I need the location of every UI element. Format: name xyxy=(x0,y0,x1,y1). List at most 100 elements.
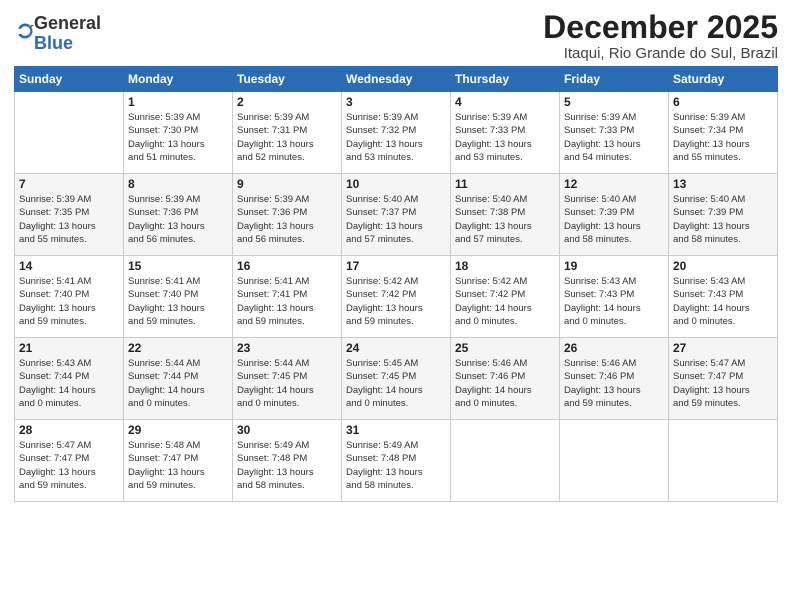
location: Itaqui, Rio Grande do Sul, Brazil xyxy=(543,45,778,62)
day-info: Sunrise: 5:44 AM Sunset: 7:45 PM Dayligh… xyxy=(237,357,337,410)
day-info: Sunrise: 5:43 AM Sunset: 7:43 PM Dayligh… xyxy=(564,275,664,328)
calendar-cell: 14 Sunrise: 5:41 AM Sunset: 7:40 PM Dayli… xyxy=(15,256,124,338)
header: General Blue December 2025 Itaqui, Rio G… xyxy=(14,10,778,62)
week-row-4: 21Sunrise: 5:43 AM Sunset: 7:44 PM Dayli… xyxy=(15,338,778,420)
day-number: 14 xyxy=(19,259,119,273)
calendar-cell: 31Sunrise: 5:49 AM Sunset: 7:48 PM Dayli… xyxy=(342,420,451,502)
day-number: 23 xyxy=(237,341,337,355)
day-number: 10 xyxy=(346,177,446,191)
calendar-cell: 22 Sunrise: 5:44 AM Sunset: 7:44 PM Dayli… xyxy=(124,338,233,420)
day-info: Sunrise: 5:45 AM Sunset: 7:45 PM Dayligh… xyxy=(346,357,446,410)
calendar-cell: 29Sunrise: 5:48 AM Sunset: 7:47 PM Dayli… xyxy=(124,420,233,502)
day-info: Sunrise: 5:46 AM Sunset: 7:46 PM Dayligh… xyxy=(455,357,555,410)
day-info: Sunrise: 5:39 AM Sunset: 7:31 PM Dayligh… xyxy=(237,111,337,164)
day-number: 24 xyxy=(346,341,446,355)
day-number: 3 xyxy=(346,95,446,109)
calendar-cell: 8 Sunrise: 5:39 AM Sunset: 7:36 PM Daylig… xyxy=(124,174,233,256)
calendar-cell: 30 Sunrise: 5:49 AM Sunset: 7:48 PM Dayli… xyxy=(233,420,342,502)
day-info: Sunrise: 5:40 AM Sunset: 7:39 PM Dayligh… xyxy=(564,193,664,246)
day-number: 25 xyxy=(455,341,555,355)
week-row-2: 7 Sunrise: 5:39 AM Sunset: 7:35 PM Daylig… xyxy=(15,174,778,256)
day-number: 31 xyxy=(346,423,446,437)
day-info: Sunrise: 5:43 AM Sunset: 7:43 PM Dayligh… xyxy=(673,275,773,328)
day-number: 22 xyxy=(128,341,228,355)
calendar-cell: 24 Sunrise: 5:45 AM Sunset: 7:45 PM Dayli… xyxy=(342,338,451,420)
day-info: Sunrise: 5:39 AM Sunset: 7:33 PM Dayligh… xyxy=(455,111,555,164)
calendar-cell: 4 Sunrise: 5:39 AM Sunset: 7:33 PM Daylig… xyxy=(451,92,560,174)
calendar-cell: 16 Sunrise: 5:41 AM Sunset: 7:41 PM Dayli… xyxy=(233,256,342,338)
calendar-cell: 2Sunrise: 5:39 AM Sunset: 7:31 PM Daylig… xyxy=(233,92,342,174)
day-info: Sunrise: 5:47 AM Sunset: 7:47 PM Dayligh… xyxy=(673,357,773,410)
calendar-cell: 6Sunrise: 5:39 AM Sunset: 7:34 PM Daylig… xyxy=(669,92,778,174)
calendar-cell: 23 Sunrise: 5:44 AM Sunset: 7:45 PM Dayli… xyxy=(233,338,342,420)
calendar-cell: 28 Sunrise: 5:47 AM Sunset: 7:47 PM Dayli… xyxy=(15,420,124,502)
week-row-1: 1 Sunrise: 5:39 AM Sunset: 7:30 PM Daylig… xyxy=(15,92,778,174)
calendar-cell xyxy=(451,420,560,502)
calendar-cell: 1 Sunrise: 5:39 AM Sunset: 7:30 PM Daylig… xyxy=(124,92,233,174)
day-info: Sunrise: 5:39 AM Sunset: 7:33 PM Dayligh… xyxy=(564,111,664,164)
calendar-cell: 10 Sunrise: 5:40 AM Sunset: 7:37 PM Dayli… xyxy=(342,174,451,256)
day-number: 5 xyxy=(564,95,664,109)
month-title: December 2025 xyxy=(543,10,778,45)
calendar-cell: 9 Sunrise: 5:39 AM Sunset: 7:36 PM Daylig… xyxy=(233,174,342,256)
title-block: December 2025 Itaqui, Rio Grande do Sul,… xyxy=(543,10,778,62)
day-number: 17 xyxy=(346,259,446,273)
calendar-cell: 13Sunrise: 5:40 AM Sunset: 7:39 PM Dayli… xyxy=(669,174,778,256)
day-info: Sunrise: 5:47 AM Sunset: 7:47 PM Dayligh… xyxy=(19,439,119,492)
calendar-cell: 21Sunrise: 5:43 AM Sunset: 7:44 PM Dayli… xyxy=(15,338,124,420)
calendar-cell: 17Sunrise: 5:42 AM Sunset: 7:42 PM Dayli… xyxy=(342,256,451,338)
day-number: 28 xyxy=(19,423,119,437)
day-number: 6 xyxy=(673,95,773,109)
calendar-cell xyxy=(15,92,124,174)
calendar-cell: 11 Sunrise: 5:40 AM Sunset: 7:38 PM Dayli… xyxy=(451,174,560,256)
day-number: 27 xyxy=(673,341,773,355)
logo-blue: Blue xyxy=(34,33,73,53)
day-info: Sunrise: 5:39 AM Sunset: 7:35 PM Dayligh… xyxy=(19,193,119,246)
day-info: Sunrise: 5:40 AM Sunset: 7:37 PM Dayligh… xyxy=(346,193,446,246)
day-number: 7 xyxy=(19,177,119,191)
col-header-friday: Friday xyxy=(560,67,669,92)
calendar-cell: 15 Sunrise: 5:41 AM Sunset: 7:40 PM Dayli… xyxy=(124,256,233,338)
col-header-thursday: Thursday xyxy=(451,67,560,92)
day-number: 15 xyxy=(128,259,228,273)
day-number: 19 xyxy=(564,259,664,273)
day-number: 9 xyxy=(237,177,337,191)
day-info: Sunrise: 5:41 AM Sunset: 7:40 PM Dayligh… xyxy=(19,275,119,328)
day-number: 26 xyxy=(564,341,664,355)
calendar-cell: 25 Sunrise: 5:46 AM Sunset: 7:46 PM Dayli… xyxy=(451,338,560,420)
calendar-cell xyxy=(560,420,669,502)
day-number: 30 xyxy=(237,423,337,437)
day-info: Sunrise: 5:39 AM Sunset: 7:30 PM Dayligh… xyxy=(128,111,228,164)
day-info: Sunrise: 5:39 AM Sunset: 7:36 PM Dayligh… xyxy=(237,193,337,246)
calendar-cell xyxy=(669,420,778,502)
day-info: Sunrise: 5:44 AM Sunset: 7:44 PM Dayligh… xyxy=(128,357,228,410)
calendar-cell: 26Sunrise: 5:46 AM Sunset: 7:46 PM Dayli… xyxy=(560,338,669,420)
day-info: Sunrise: 5:43 AM Sunset: 7:44 PM Dayligh… xyxy=(19,357,119,410)
col-header-saturday: Saturday xyxy=(669,67,778,92)
day-info: Sunrise: 5:39 AM Sunset: 7:32 PM Dayligh… xyxy=(346,111,446,164)
calendar-cell: 5 Sunrise: 5:39 AM Sunset: 7:33 PM Daylig… xyxy=(560,92,669,174)
day-info: Sunrise: 5:40 AM Sunset: 7:38 PM Dayligh… xyxy=(455,193,555,246)
day-info: Sunrise: 5:41 AM Sunset: 7:41 PM Dayligh… xyxy=(237,275,337,328)
page-container: General Blue December 2025 Itaqui, Rio G… xyxy=(0,0,792,512)
day-number: 4 xyxy=(455,95,555,109)
calendar-cell: 3 Sunrise: 5:39 AM Sunset: 7:32 PM Daylig… xyxy=(342,92,451,174)
day-info: Sunrise: 5:39 AM Sunset: 7:36 PM Dayligh… xyxy=(128,193,228,246)
col-header-monday: Monday xyxy=(124,67,233,92)
day-number: 16 xyxy=(237,259,337,273)
calendar-cell: 27 Sunrise: 5:47 AM Sunset: 7:47 PM Dayli… xyxy=(669,338,778,420)
week-row-5: 28 Sunrise: 5:47 AM Sunset: 7:47 PM Dayli… xyxy=(15,420,778,502)
day-info: Sunrise: 5:41 AM Sunset: 7:40 PM Dayligh… xyxy=(128,275,228,328)
calendar-table: SundayMondayTuesdayWednesdayThursdayFrid… xyxy=(14,66,778,502)
logo: General Blue xyxy=(14,14,101,54)
day-number: 8 xyxy=(128,177,228,191)
logo-general: General xyxy=(34,13,101,33)
day-number: 1 xyxy=(128,95,228,109)
day-number: 18 xyxy=(455,259,555,273)
calendar-cell: 12Sunrise: 5:40 AM Sunset: 7:39 PM Dayli… xyxy=(560,174,669,256)
day-number: 13 xyxy=(673,177,773,191)
day-info: Sunrise: 5:49 AM Sunset: 7:48 PM Dayligh… xyxy=(237,439,337,492)
day-number: 20 xyxy=(673,259,773,273)
day-number: 11 xyxy=(455,177,555,191)
col-header-wednesday: Wednesday xyxy=(342,67,451,92)
